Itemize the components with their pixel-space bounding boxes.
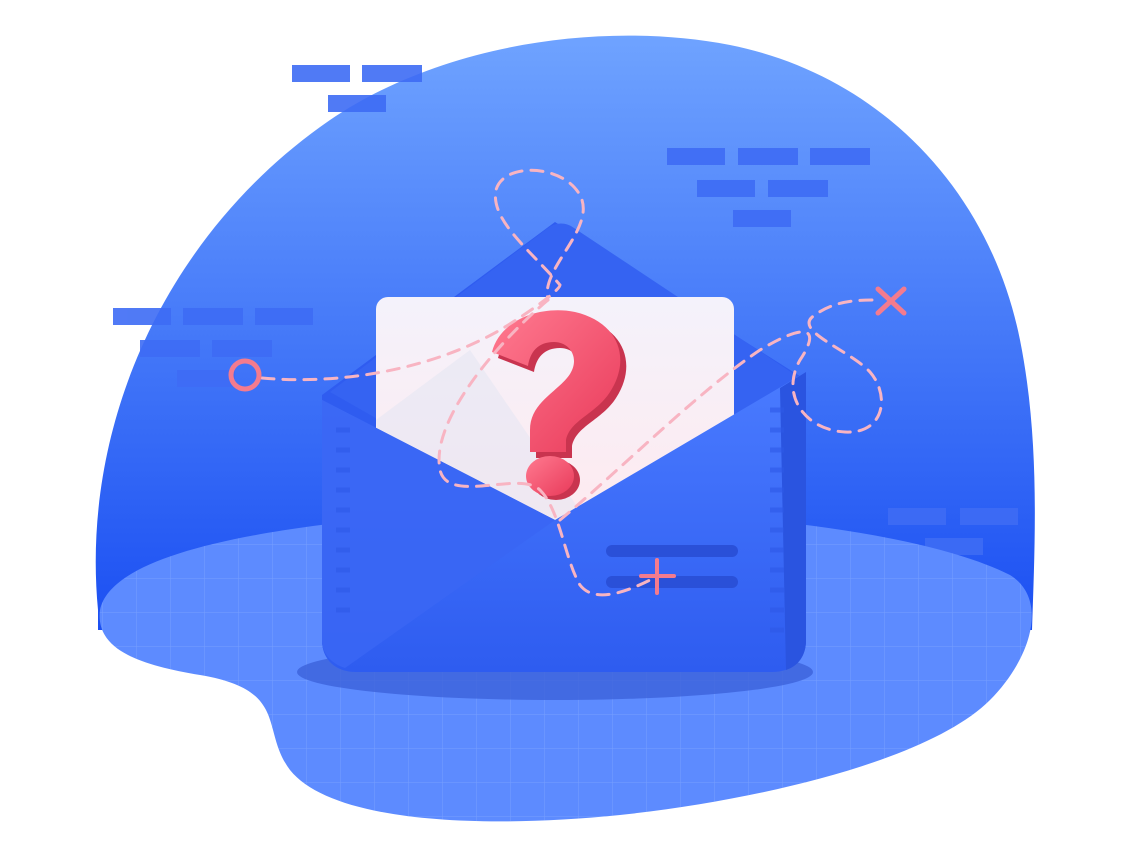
- empty-inbox-illustration: [0, 0, 1132, 852]
- illustration-canvas: [95, 35, 1035, 822]
